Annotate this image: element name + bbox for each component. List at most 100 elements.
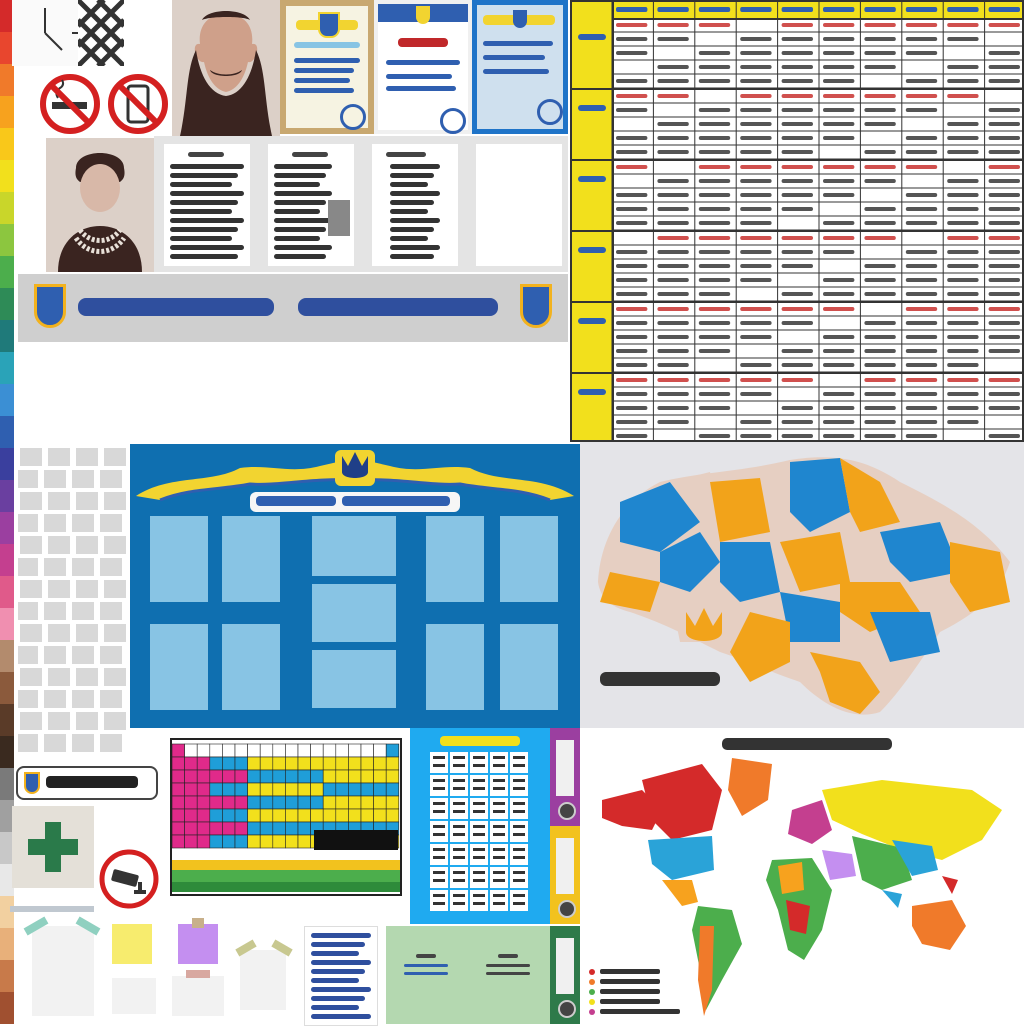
tile [100, 558, 122, 576]
schedule-cell-text [823, 307, 855, 311]
schedule-cell-text [947, 349, 979, 353]
schedule-cell-text [740, 108, 772, 112]
schedule-cell-text [698, 65, 731, 69]
ukraine-map [580, 442, 1024, 728]
element-cell [348, 808, 362, 823]
schedule-cell-text [947, 37, 979, 41]
schedule-cell-text [823, 165, 855, 169]
frame [222, 624, 280, 710]
schedule-cell-text [698, 236, 731, 240]
schedule-cell-text [740, 51, 772, 55]
tile [100, 690, 122, 708]
element-cell [222, 782, 236, 797]
schedule-cell-text [947, 278, 979, 282]
text-line [274, 200, 326, 205]
schedule-cell-text [740, 321, 772, 325]
day-label [578, 34, 606, 40]
schedule-cell-text [823, 434, 855, 438]
schedule-cell-text [616, 321, 648, 325]
element-cell [310, 756, 324, 771]
schedule-cell-text [905, 221, 938, 225]
photo-placeholder [328, 200, 350, 236]
schedule-cell-text [947, 65, 979, 69]
day-label [578, 389, 606, 395]
table-card [510, 844, 528, 865]
element-cell [209, 769, 223, 784]
frame [150, 624, 208, 710]
schedule-cell-text [988, 108, 1020, 112]
schedule-cell-text [823, 335, 855, 339]
schedule-cell-text [698, 250, 731, 254]
text-line [311, 969, 365, 974]
schedule-cell-text [988, 122, 1020, 126]
element-cell [360, 756, 374, 771]
schedule-cell-text [823, 108, 855, 112]
schedule-cell-text [988, 23, 1020, 27]
table-card [470, 890, 488, 911]
schedule-cell-text [823, 236, 855, 240]
table-card [490, 798, 508, 819]
sticky-note-purple [178, 924, 218, 964]
schedule-cell-text [988, 349, 1020, 353]
schedule-cell-text [657, 221, 689, 225]
schedule-cell-text [698, 136, 731, 140]
tile [104, 668, 126, 686]
schedule-cell-text [988, 406, 1020, 410]
text-line [274, 236, 320, 241]
portrait-woman [46, 138, 154, 272]
note-paper [240, 950, 286, 1010]
element-cell [348, 769, 362, 784]
schedule-cell-text [988, 292, 1020, 296]
text-line [274, 245, 332, 250]
portrait-man [172, 0, 280, 136]
element-cell [184, 782, 198, 797]
tile [20, 624, 42, 642]
schedule-cell-text [864, 392, 896, 396]
tile [72, 558, 94, 576]
element-cell [247, 769, 261, 784]
element-cell [196, 795, 211, 810]
schedule-cell-text [864, 94, 896, 98]
palette-swatch [0, 896, 14, 928]
tile [76, 712, 98, 730]
table-card [450, 798, 468, 819]
tile [76, 536, 98, 554]
schedule-column-header [823, 7, 855, 12]
schedule-cell-text [905, 79, 938, 83]
schedule-cell-text [988, 179, 1020, 183]
schedule-cell-text [823, 51, 855, 55]
schedule-cell-text [905, 363, 938, 367]
element-cell [196, 769, 211, 784]
green-certificate [386, 926, 550, 1024]
schedule-cell-text [864, 278, 896, 282]
schedule-cell-text [905, 136, 938, 140]
element-cell [234, 795, 248, 810]
schedule-cell-text [698, 165, 731, 169]
schedule-cell-text [781, 94, 813, 98]
no-smoking-icon [38, 72, 102, 136]
element-cell [285, 795, 299, 810]
schedule-cell-text [781, 193, 813, 197]
schedule-cell-text [947, 264, 979, 268]
schedule-cell-text [947, 94, 979, 98]
element-cell [360, 782, 374, 797]
schedule-cell-text [781, 292, 813, 296]
tile [44, 558, 66, 576]
schedule-cell-text [864, 51, 896, 55]
element-cell [272, 834, 286, 849]
text-line [274, 191, 332, 196]
element-cell [247, 743, 261, 758]
element-cell [272, 743, 286, 758]
schedule-cell-text [988, 165, 1020, 169]
schedule-cell-text [698, 335, 731, 339]
element-cell [335, 769, 349, 784]
element-cell [348, 782, 362, 797]
schedule-cell-text [781, 321, 813, 325]
schedule-cell-text [781, 378, 813, 382]
element-cell [335, 743, 349, 758]
tile [72, 646, 94, 664]
schedule-cell-text [657, 150, 689, 154]
schedule-cell-text [781, 264, 813, 268]
element-cell [247, 795, 261, 810]
schedule-cell-text [698, 321, 731, 325]
